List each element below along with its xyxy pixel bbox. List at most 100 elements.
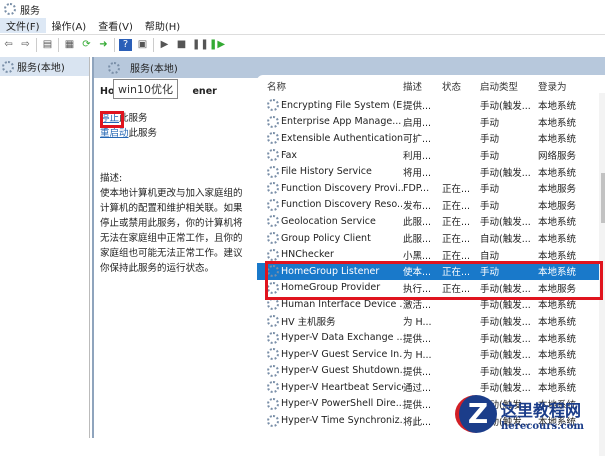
cell-text: Hyper-V Heartbeat Service xyxy=(281,381,403,393)
service-description: 小黑... xyxy=(403,248,442,262)
table-row[interactable]: HV 主机服务 为 H... 手动(触发... 本地系统 xyxy=(257,313,605,330)
column-description[interactable]: 描述 xyxy=(403,79,442,93)
cell-text: 利用... xyxy=(403,151,432,163)
service-name: Group Policy Client xyxy=(257,232,403,245)
watermark-logo: Z xyxy=(455,395,497,433)
table-row[interactable]: Hyper-V Guest Shutdown... 提供... 手动(触发... 本地… xyxy=(257,363,605,380)
cell-text: Fax xyxy=(281,149,298,161)
cell-text: 此服... xyxy=(403,217,432,229)
service-log-on-as: 本地系统 xyxy=(538,314,593,328)
service-status: 正在... xyxy=(442,248,480,262)
cell-text: 网络服务 xyxy=(538,151,577,163)
menu-action[interactable]: 操作(A) xyxy=(46,18,93,33)
service-startup-type: 手动(触发... xyxy=(480,214,538,228)
column-log-on-as[interactable]: 登录为 xyxy=(538,79,593,93)
cell-text: 本地系统 xyxy=(538,317,577,329)
cell-text: 本地系统 xyxy=(538,134,577,146)
service-gear-icon xyxy=(267,364,279,377)
menu-file[interactable]: 文件(F) xyxy=(0,17,46,33)
table-row[interactable]: Function Discovery Reso... 发布... 正在... 手动 本地… xyxy=(257,197,605,214)
start-icon[interactable]: ▶ xyxy=(158,39,171,51)
cell-text: HV 主机服务 xyxy=(281,317,336,329)
table-row[interactable]: Enterprise App Manage... 启用... 手动 本地系统 xyxy=(257,114,605,131)
cell-text: 手动 xyxy=(480,184,500,196)
cell-text: 正在... xyxy=(442,234,471,246)
table-row[interactable]: Group Policy Client 此服... 正在... 自动(触发... 本地系… xyxy=(257,230,605,247)
cell-text: 手动(触发... xyxy=(480,350,531,362)
tree-item-services-local[interactable]: 服务(本地) xyxy=(0,57,89,76)
service-name: Hyper-V Data Exchange ... xyxy=(257,331,403,344)
service-log-on-as: 网络服务 xyxy=(538,148,593,162)
table-row[interactable]: Extensible Authentication... 可扩... 手动 本地系统 xyxy=(257,130,605,147)
cell-text: Hyper-V PowerShell Dire... xyxy=(281,398,403,410)
service-startup-type: 手动(触发... xyxy=(480,364,538,378)
extended-panel: Ho ener 停止此服务 重启动此服务 描述: 使本地计算机更改与加入家庭组的计… xyxy=(94,78,257,438)
table-row[interactable]: Geolocation Service 此服... 正在... 手动(触发... 本地系… xyxy=(257,213,605,230)
back-icon[interactable]: ⇦ xyxy=(2,39,15,51)
table-row[interactable]: Hyper-V Data Exchange ... 提供... 手动(触发... 本地… xyxy=(257,329,605,346)
services-icon xyxy=(4,3,16,15)
cell-text: 手动 xyxy=(480,117,500,129)
cell-text: 手动 xyxy=(480,151,500,163)
service-startup-type: 手动(触发... xyxy=(480,380,538,394)
column-name[interactable]: 名称 xyxy=(257,79,403,93)
cell-text: 小黑... xyxy=(403,250,432,262)
service-gear-icon xyxy=(267,414,279,427)
table-row[interactable]: Function Discovery Provi... FDP... 正在... 手动… xyxy=(257,180,605,197)
service-log-on-as: 本地系统 xyxy=(538,248,593,262)
refresh-icon[interactable]: ⟳ xyxy=(80,39,93,51)
pause-icon[interactable]: ❚❚ xyxy=(192,39,209,51)
export-icon[interactable]: ➜ xyxy=(97,39,110,51)
properties-icon[interactable]: ▦ xyxy=(63,39,76,51)
service-name: HNChecker xyxy=(257,248,403,261)
tree-item-label: 服务(本地) xyxy=(17,63,65,74)
service-description: 提供... xyxy=(403,331,442,345)
service-log-on-as: 本地系统 xyxy=(538,331,593,345)
scrollbar-thumb[interactable] xyxy=(601,173,605,223)
divider xyxy=(36,37,37,52)
cell-text: 正在... xyxy=(442,250,471,262)
service-log-on-as: 本地系统 xyxy=(538,364,593,378)
help-icon[interactable]: ? xyxy=(119,38,132,51)
table-row[interactable]: Fax 利用... 手动 网络服务 xyxy=(257,147,605,164)
stop-icon[interactable]: ■ xyxy=(175,39,188,51)
service-status: 正在... xyxy=(442,214,480,228)
cell-text: Human Interface Device ... xyxy=(281,298,403,310)
cell-text: 本地系统 xyxy=(538,300,577,312)
column-startup-type[interactable]: 启动类型 xyxy=(480,79,538,93)
cell-text: 提供... xyxy=(403,366,432,378)
cell-text: 提供... xyxy=(403,399,432,411)
table-row[interactable]: Hyper-V Heartbeat Service 通过... 手动(触发... 本地… xyxy=(257,379,605,396)
menu-view[interactable]: 查看(V) xyxy=(92,18,139,33)
restart-service-link[interactable]: 重启动 xyxy=(100,128,129,139)
forward-icon[interactable]: ⇨ xyxy=(19,39,32,51)
cell-text: 手动(触发... xyxy=(480,300,531,312)
table-row[interactable]: Encrypting File System (E... 提供... 手动(触发..… xyxy=(257,97,605,114)
service-name: Encrypting File System (E... xyxy=(257,99,403,112)
action-pane-icon[interactable]: ▣ xyxy=(136,39,149,51)
window-title: 服务 xyxy=(20,5,40,17)
cell-text: 提供... xyxy=(403,101,432,113)
table-row[interactable]: Hyper-V Guest Service In... 为 H... 手动(触发..… xyxy=(257,346,605,363)
column-status[interactable]: 状态 xyxy=(442,79,480,93)
service-name: Hyper-V Heartbeat Service xyxy=(257,381,403,394)
service-log-on-as: 本地系统 xyxy=(538,231,593,245)
service-name: HV 主机服务 xyxy=(257,314,403,328)
console-tree-icon[interactable]: ▤ xyxy=(41,39,54,51)
cell-text: 启用... xyxy=(403,117,432,129)
table-row[interactable]: File History Service 将用... 手动(触发... 本地系统 xyxy=(257,163,605,180)
pane-header-title: 服务(本地) xyxy=(130,64,178,75)
cell-text: 发布... xyxy=(403,200,432,212)
service-gear-icon xyxy=(267,232,279,245)
cell-text: Hyper-V Guest Service In... xyxy=(281,348,403,360)
service-gear-icon xyxy=(267,115,279,128)
cell-text: 本地系统 xyxy=(538,333,577,345)
service-name: Function Discovery Reso... xyxy=(257,198,403,211)
menu-help[interactable]: 帮助(H) xyxy=(139,18,186,33)
cell-text: Encrypting File System (E... xyxy=(281,99,403,111)
cell-text: 为 H... xyxy=(403,350,432,362)
highlight-box xyxy=(100,111,124,128)
restart-icon[interactable]: ❚▶ xyxy=(209,39,225,51)
cell-text: 本地系统 xyxy=(538,350,577,362)
cell-text: 本地系统 xyxy=(538,217,577,229)
